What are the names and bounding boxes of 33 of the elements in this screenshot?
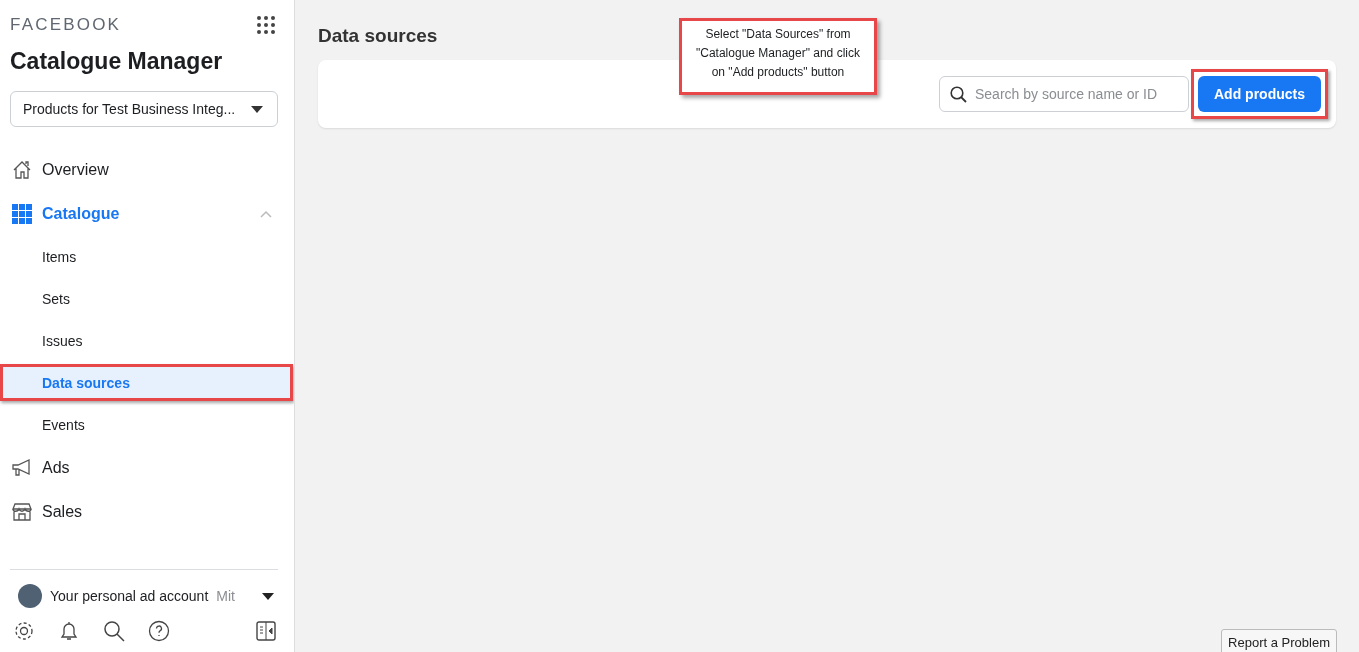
nav-subitem[interactable]: Issues: [0, 320, 294, 362]
nav-item[interactable]: Sales: [0, 490, 294, 534]
search-field[interactable]: Search by source name or ID: [939, 76, 1189, 112]
page-title: Data sources: [318, 25, 438, 47]
caret-icon[interactable]: [262, 592, 274, 600]
nav-item[interactable]: Overview: [0, 148, 294, 192]
nav-item[interactable]: Catalogue: [0, 192, 294, 236]
nav-subitem[interactable]: Sets: [0, 278, 294, 320]
store-icon: [12, 502, 32, 522]
caret-icon: [251, 105, 263, 113]
facebook-wordmark: FACEBOOK: [10, 15, 122, 35]
app-title: Catalogue Manager: [9, 47, 224, 75]
help-icon[interactable]: [148, 620, 170, 642]
search-icon[interactable]: [103, 620, 125, 642]
home-icon: [12, 160, 32, 180]
nav-subitem[interactable]: Data sources: [0, 364, 293, 401]
nav-subitem[interactable]: Items: [0, 236, 294, 278]
search-icon: [950, 86, 967, 103]
app-grid-icon[interactable]: [256, 15, 276, 35]
collapse-panel-icon[interactable]: [256, 621, 276, 641]
nav-subitem[interactable]: Events: [0, 404, 294, 446]
grid-icon: [12, 204, 32, 224]
report-problem-button[interactable]: Report a Problem: [1221, 629, 1337, 652]
settings-icon[interactable]: [13, 620, 35, 642]
account-name[interactable]: Your personal ad account: [50, 588, 209, 604]
catalogue-dropdown[interactable]: Products for Test Business Integ...: [10, 91, 278, 127]
bell-icon[interactable]: [58, 620, 80, 642]
account-suffix: Mit: [216, 588, 236, 604]
megaphone-icon: [12, 458, 32, 478]
nav-item[interactable]: Ads: [0, 446, 294, 490]
avatar: [18, 584, 42, 608]
instruction-callout: Select "Data Sources" from "Catalogue Manager" and click on "Add products" button: [679, 18, 877, 95]
add-products-button[interactable]: Add products: [1198, 76, 1321, 112]
